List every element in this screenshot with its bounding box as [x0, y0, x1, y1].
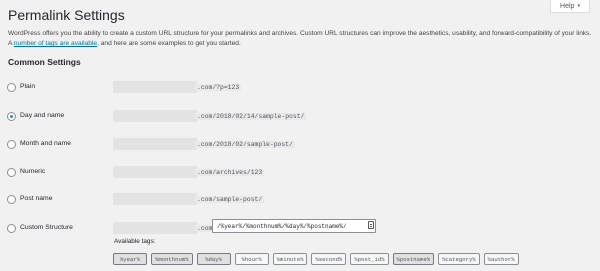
option-label-plain: Plain [20, 83, 36, 90]
intro-suffix: , and here are some examples to get you … [97, 40, 241, 47]
blurred-site-url [113, 138, 197, 150]
intro-line-2: A number of tags are available, and here… [8, 39, 593, 49]
page-title: Permalink Settings [8, 7, 125, 23]
tag-button-day[interactable]: %day% [196, 253, 231, 265]
option-row-post-name: Post name .com/sample-post/ [0, 193, 600, 207]
radio-custom-structure[interactable] [7, 224, 16, 233]
clipboard-icon[interactable] [368, 221, 374, 229]
option-row-day-and-name: Day and name .com/2018/02/14/sample-post… [0, 110, 600, 124]
intro-line-1: WordPress offers you the ability to crea… [8, 30, 592, 37]
help-tab[interactable]: Help ▾ [550, 0, 590, 13]
tags-help-link[interactable]: number of tags are available [14, 40, 97, 47]
blurred-site-url [113, 81, 197, 93]
tag-button-minute[interactable]: %minute% [272, 253, 308, 265]
blurred-site-url [113, 166, 197, 178]
option-label-numeric: Numeric [20, 168, 46, 175]
available-tags-label: Available tags: [114, 238, 156, 245]
option-label-day-and-name: Day and name [20, 112, 65, 119]
blurred-site-url [113, 193, 197, 205]
example-url-plain: .com/?p=123 [195, 84, 242, 91]
tag-button-author[interactable]: %author% [483, 253, 519, 265]
option-label-month-and-name: Month and name [20, 140, 72, 147]
blurred-site-url [113, 222, 197, 234]
option-label-custom-structure: Custom Structure [20, 224, 73, 231]
radio-numeric[interactable] [7, 168, 16, 177]
tag-button-second[interactable]: %second% [311, 253, 347, 265]
caret-down-icon: ▾ [577, 3, 580, 9]
radio-plain[interactable] [7, 83, 16, 92]
intro-text: WordPress offers you the ability to crea… [8, 29, 593, 49]
example-url-day-and-name: .com/2018/02/14/sample-post/ [195, 113, 307, 120]
option-row-plain: Plain .com/?p=123 [0, 81, 600, 95]
tag-button-year[interactable]: %year% [113, 253, 147, 265]
common-settings-heading: Common Settings [8, 57, 81, 67]
radio-post-name[interactable] [7, 195, 16, 204]
option-row-custom-structure: Custom Structure .com [0, 219, 600, 236]
blurred-site-url [113, 110, 197, 122]
tag-button-monthnum[interactable]: %monthnum% [151, 253, 193, 265]
option-row-numeric: Numeric .com/archives/123 [0, 166, 600, 180]
example-url-numeric: .com/archives/123 [195, 169, 265, 176]
tag-button-category[interactable]: %category% [438, 253, 480, 265]
option-label-post-name: Post name [20, 195, 53, 202]
available-tags-list: %year% %monthnum% %day% %hour% %minute% … [113, 253, 519, 265]
option-row-month-and-name: Month and name .com/2018/02/sample-post/ [0, 138, 600, 152]
tag-button-hour[interactable]: %hour% [234, 253, 269, 265]
help-label: Help [560, 2, 575, 10]
example-url-post-name: .com/sample-post/ [195, 196, 265, 203]
custom-structure-input[interactable] [212, 219, 376, 233]
tag-button-postname[interactable]: %postname% [392, 253, 435, 265]
tag-button-post-id[interactable]: %post_id% [350, 253, 389, 265]
radio-day-and-name[interactable] [7, 112, 16, 121]
example-url-month-and-name: .com/2018/02/sample-post/ [195, 141, 295, 148]
radio-month-and-name[interactable] [7, 140, 16, 149]
